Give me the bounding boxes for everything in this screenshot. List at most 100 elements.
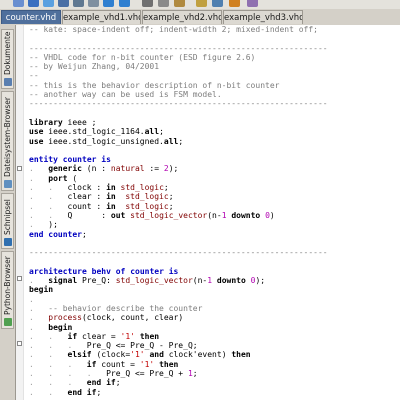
code-token: out [110,210,126,220]
code-line: architecture behv of counter is [29,267,400,276]
code-line: ----------------------------------------… [29,99,400,108]
paste-icon[interactable] [174,0,185,7]
code-token: begin [48,322,73,332]
code-editor[interactable]: -- kate: space-indent off; indent-width … [16,25,400,400]
save-icon[interactable] [58,0,69,7]
code-line: . . . Pre_Q <= Pre_Q - Pre_Q; [29,341,400,350]
code-token: (clock= [91,350,131,360]
code-token: counter [62,155,97,165]
code-token: . [29,294,34,304]
code-token: ----------------------------------------… [29,248,328,258]
redo-icon[interactable] [119,0,130,7]
code-token: std_logic [125,201,169,211]
code-token: ) [269,210,275,220]
cut-icon[interactable] [142,0,153,7]
code-token: ( [67,173,78,183]
code-line: ----------------------------------------… [29,44,400,53]
close-icon[interactable] [88,0,99,7]
save-as-icon[interactable] [73,0,84,7]
code-token: ----------------------------------------… [29,43,328,53]
code-token: . . . [29,359,87,369]
code-token: . . [29,331,68,341]
sidebar-item-documents[interactable]: Dokumente [1,29,14,89]
code-token: -- VHDL code for n-bit counter (ESD figu… [29,52,256,62]
fold-marker-icon[interactable] [17,276,22,281]
code-token: ----------------------------------------… [29,99,328,109]
code-token: '1' [130,350,145,360]
tab-example-vhd2[interactable]: example_vhd2.vhd [142,10,222,24]
sidebar-item-filesystem-browser[interactable]: Dateisystem-Browser [1,91,14,191]
undo-icon[interactable] [103,0,114,7]
code-token: natural [110,164,145,174]
reload-icon[interactable] [43,0,54,7]
tab-example-vhd1[interactable]: example_vhd1.vhd [62,10,141,24]
code-token: clock'event) [163,350,232,360]
replace-icon[interactable] [212,0,223,7]
open-file-icon[interactable] [28,0,39,7]
code-token: -- kate: space-indent off; indent-width … [29,25,318,34]
code-token: -- by Weijun Zhang, 04/2001 [29,62,160,72]
code-token: end if [86,378,116,388]
code-token: -- another way can be used is FSM model. [29,90,222,100]
code-token: . [29,276,49,286]
code-line: . port ( [29,174,400,183]
code-line: . signal Pre_Q: std_logic_vector(n-1 dow… [29,276,400,285]
code-token: port [48,173,68,183]
side-panel-tabs: Dokumente Dateisystem-Browser Schnipsel … [0,25,16,400]
code-token: ); [255,276,266,286]
code-token: then [231,350,251,360]
code-token: ); [168,164,179,174]
code-token: counter [48,229,82,239]
code-text[interactable]: -- kate: space-indent off; indent-width … [29,25,400,397]
code-token: if [86,359,97,369]
code-token: ; [159,127,164,137]
documents-icon [4,78,12,86]
code-token: . . . [29,378,87,388]
new-file-icon[interactable] [13,0,24,7]
folding-margin[interactable] [16,25,24,400]
code-token: use [29,136,44,146]
code-token: in [106,201,116,211]
code-token: . . [29,201,68,211]
code-line: -- another way can be used is FSM model. [29,90,400,99]
sidebar-item-label: Python-Browser [3,256,12,315]
code-token: . [29,303,49,313]
code-token: ; [192,368,198,378]
code-line: -- by Weijun Zhang, 04/2001 [29,62,400,71]
code-line: . -- behavior describe the counter [29,304,400,313]
code-line: . . Q : out std_logic_vector(n-1 downto … [29,211,400,220]
find-icon[interactable] [196,0,207,7]
sidebar-item-snippets[interactable]: Schnipsel [1,193,14,249]
fold-marker-icon[interactable] [17,341,22,346]
code-token: in [106,192,116,202]
code-token: of [115,266,126,276]
copy-icon[interactable] [158,0,169,7]
tools-icon[interactable] [247,0,258,7]
code-token: clock : [67,183,107,193]
document-tab-bar: counter.vhd example_vhd1.vhd example_vhd… [0,9,400,26]
sidebar-item-label: Schnipsel [3,199,12,235]
code-token: := [144,164,164,174]
code-line: . [29,295,400,304]
code-token: downto [216,276,246,286]
code-token: ieee.std_logic_unsigned. [43,136,164,146]
code-token: (n- [192,276,208,286]
code-line: . . clock : in std_logic; [29,183,400,192]
code-token: . . . [29,341,87,351]
code-line: . . . end if; [29,378,400,387]
code-token: entity [29,155,58,165]
tab-example-vhd3[interactable]: example_vhd3.vhd [223,10,303,24]
code-line: . generic (n : natural := 2); [29,164,400,173]
code-token: counter [130,266,164,276]
sidebar-item-python-browser[interactable]: Python-Browser [1,251,14,329]
fold-marker-icon[interactable] [17,166,22,171]
code-token: (n- [207,210,222,220]
code-token: is [101,155,111,165]
code-token: architecture [29,266,87,276]
code-token: elsif [67,350,92,360]
zoom-icon[interactable] [229,0,240,7]
tab-counter-vhd[interactable]: counter.vhd [1,10,61,24]
